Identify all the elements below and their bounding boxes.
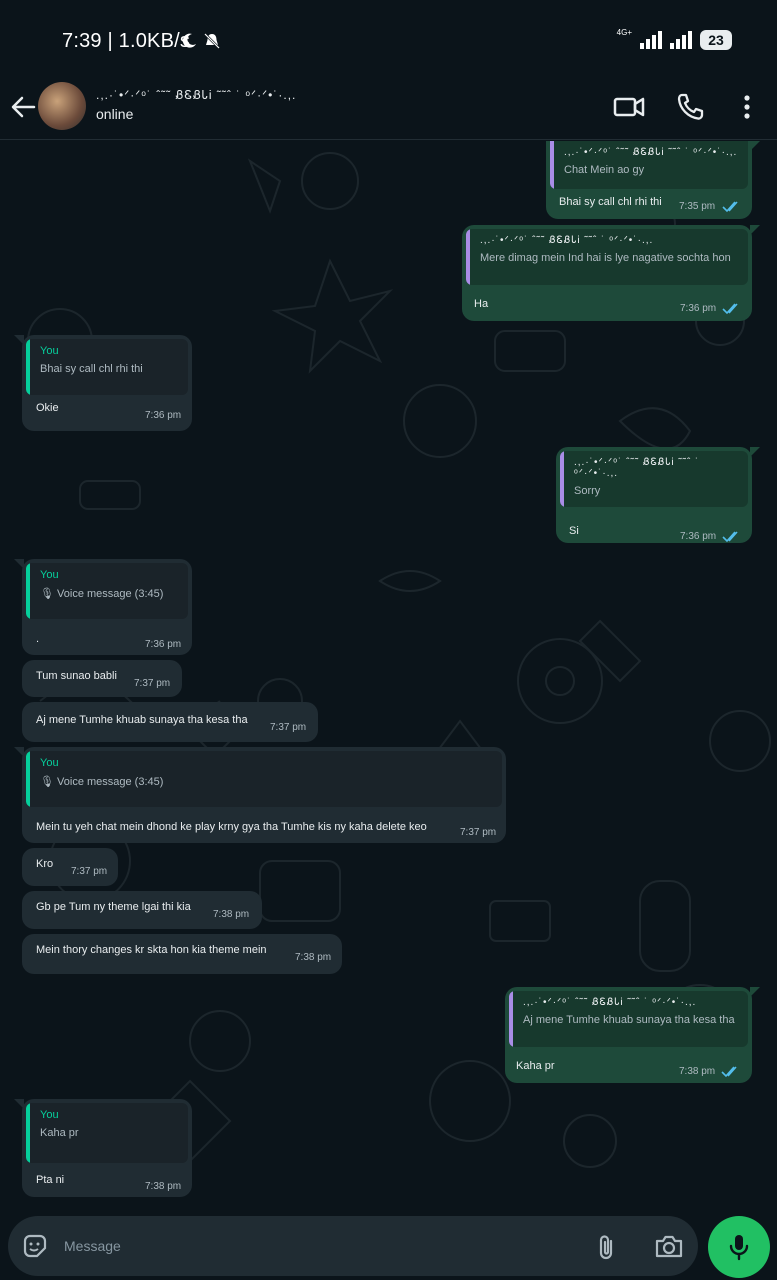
status-bar: 7:39 | 1.0KB/s 4G+ 23 (0, 0, 777, 82)
message-time: 7:37 pm (460, 827, 497, 838)
message-text: Bhai sy call chl rhi thi (559, 196, 662, 208)
message-time: 7:36 pm (145, 410, 182, 421)
mute-bell-icon (204, 33, 220, 49)
message-in[interactable]: You Kaha pr Pta ni 7:38 pm (14, 1099, 192, 1197)
back-arrow-icon[interactable] (8, 92, 38, 122)
sticker-icon[interactable] (22, 1233, 48, 1259)
quoted-reply[interactable]: .,.·˙•ᐟ·ᐟᵒ˙ ˆ˜˜ ᏰᏋᏰᏓᎥ ˜˜ˆ ˙ ᵒᐟ·ᐟ•˙·.,. S… (560, 451, 748, 507)
quote-author: .,.·˙•ᐟ·ᐟᵒ˙ ˆ˜˜ ᏰᏋᏰᏓᎥ ˜˜ˆ ˙ ᵒᐟ·ᐟ•˙·.,. (564, 147, 738, 158)
quoted-reply[interactable]: You 🎙 Voice message (3:45) (26, 751, 502, 807)
message-in[interactable]: Gb pe Tum ny theme lgai thi kia 7:38 pm (22, 891, 262, 929)
contact-status: online (96, 106, 134, 122)
message-time: 7:36 pm (145, 639, 182, 650)
quote-author: .,.·˙•ᐟ·ᐟᵒ˙ ˆ˜˜ ᏰᏋᏰᏓᎥ ˜˜ˆ ˙ ᵒᐟ·ᐟ•˙·.,. (574, 457, 700, 479)
read-receipt-icon (722, 303, 738, 315)
voice-call-icon[interactable] (674, 90, 708, 124)
quote-author: You (40, 1109, 59, 1121)
quote-text: Aj mene Tumhe khuab sunaya tha kesa tha (523, 1014, 735, 1026)
message-time: 7:36 pm (680, 303, 717, 314)
quoted-reply[interactable]: .,.·˙•ᐟ·ᐟᵒ˙ ˆ˜˜ ᏰᏋᏰᏓᎥ ˜˜ˆ ˙ ᵒᐟ·ᐟ•˙·.,. M… (466, 229, 748, 285)
message-text: Mein thory changes kr skta hon kia theme… (36, 944, 267, 956)
status-indicators: 4G+ 23 (616, 27, 732, 50)
message-text: Kro (36, 858, 54, 870)
signal-icon (640, 31, 662, 49)
quote-author: .,.·˙•ᐟ·ᐟᵒ˙ ˆ˜˜ ᏰᏋᏰᏓᎥ ˜˜ˆ ˙ ᵒᐟ·ᐟ•˙·.,. (523, 997, 697, 1008)
message-in[interactable]: You Bhai sy call chl rhi thi Okie 7:36 p… (14, 335, 192, 431)
moon-icon (182, 33, 196, 48)
message-text: Gb pe Tum ny theme lgai thi kia (36, 901, 191, 913)
message-time: 7:37 pm (270, 722, 307, 733)
quote-text: Chat Mein ao gy (564, 164, 645, 176)
message-input[interactable]: Message (8, 1216, 698, 1276)
read-receipt-icon (721, 1066, 737, 1078)
battery-icon: 23 (700, 30, 732, 50)
message-text: Si (569, 525, 579, 537)
message-text: Mein tu yeh chat mein dhond ke play krny… (36, 821, 427, 833)
quote-text: Mere dimag mein Ind hai is lye nagative … (480, 252, 731, 264)
message-text: Kaha pr (516, 1060, 555, 1072)
message-text: Aj mene Tumhe khuab sunaya tha kesa tha (36, 714, 248, 726)
message-time: 7:38 pm (295, 952, 332, 963)
quote-author: You (40, 569, 59, 581)
status-time: 7:39 | 1.0KB/s (62, 30, 191, 52)
message-in[interactable]: You 🎙 Voice message (3:45) Mein tu yeh c… (14, 747, 506, 843)
quoted-reply[interactable]: You Bhai sy call chl rhi thi (26, 339, 188, 395)
message-text: Tum sunao babli (36, 670, 117, 682)
quote-text: 🎙 Voice message (3:45) (40, 588, 164, 600)
read-receipt-icon (722, 201, 738, 213)
contact-name[interactable]: .,.·˙•ᐟ·ᐟᵒ˙ ˆ˜˜ ᏰᏋᏰᏓᎥ ˜˜ˆ ˙ ᵒᐟ·ᐟ•˙·.,. (96, 88, 296, 103)
message-out[interactable]: .,.·˙•ᐟ·ᐟᵒ˙ ˆ˜˜ ᏰᏋᏰᏓᎥ ˜˜ˆ ˙ ᵒᐟ·ᐟ•˙·.,. M… (462, 225, 760, 321)
avatar[interactable] (38, 82, 86, 130)
read-receipt-icon (722, 531, 738, 543)
message-out[interactable]: .,.·˙•ᐟ·ᐟᵒ˙ ˆ˜˜ ᏰᏋᏰᏓᎥ ˜˜ˆ ˙ ᵒᐟ·ᐟ•˙·.,. A… (505, 987, 760, 1083)
message-time: 7:38 pm (679, 1066, 716, 1077)
quote-author: You (40, 757, 59, 769)
video-call-icon[interactable] (612, 90, 646, 124)
chat-area[interactable]: .,.·˙•ᐟ·ᐟᵒ˙ ˆ˜˜ ᏰᏋᏰᏓᎥ ˜˜ˆ ˙ ᵒᐟ·ᐟ•˙·.,. C… (0, 141, 777, 1213)
network-type: 4G+ (616, 27, 632, 37)
quoted-reply[interactable]: .,.·˙•ᐟ·ᐟᵒ˙ ˆ˜˜ ᏰᏋᏰᏓᎥ ˜˜ˆ ˙ ᵒᐟ·ᐟ•˙·.,. C… (550, 141, 748, 189)
camera-icon[interactable] (654, 1233, 684, 1259)
message-in[interactable]: You 🎙 Voice message (3:45) . 7:36 pm (14, 559, 192, 655)
message-text: Ha (474, 298, 489, 310)
quote-author: You (40, 345, 59, 357)
quote-text: Kaha pr (40, 1127, 79, 1139)
quoted-reply[interactable]: You 🎙 Voice message (3:45) (26, 563, 188, 619)
message-time: 7:36 pm (680, 531, 717, 542)
message-text: Okie (36, 402, 59, 414)
attach-icon[interactable] (594, 1233, 620, 1261)
quote-text: Sorry (574, 485, 601, 497)
input-bar: Message (0, 1213, 777, 1280)
message-in[interactable]: Tum sunao babli 7:37 pm (22, 660, 182, 697)
message-time: 7:37 pm (134, 678, 171, 689)
message-in[interactable]: Kro 7:37 pm (22, 848, 118, 886)
more-options-icon[interactable] (730, 90, 764, 124)
message-time: 7:38 pm (145, 1181, 182, 1192)
message-text: Pta ni (36, 1174, 65, 1186)
voice-record-button[interactable] (708, 1216, 770, 1278)
message-text: . (36, 633, 40, 645)
quote-author: .,.·˙•ᐟ·ᐟᵒ˙ ˆ˜˜ ᏰᏋᏰᏓᎥ ˜˜ˆ ˙ ᵒᐟ·ᐟ•˙·.,. (480, 235, 654, 246)
quote-text: 🎙 Voice message (3:45) (40, 776, 164, 788)
message-time: 7:37 pm (71, 866, 108, 877)
mic-icon (729, 1235, 749, 1261)
message-out[interactable]: .,.·˙•ᐟ·ᐟᵒ˙ ˆ˜˜ ᏰᏋᏰᏓᎥ ˜˜ˆ ˙ ᵒᐟ·ᐟ•˙·.,. C… (546, 141, 760, 219)
message-out[interactable]: .,.·˙•ᐟ·ᐟᵒ˙ ˆ˜˜ ᏰᏋᏰᏓᎥ ˜˜ˆ ˙ ᵒᐟ·ᐟ•˙·.,. S… (556, 447, 760, 543)
chat-header: .,.·˙•ᐟ·ᐟᵒ˙ ˆ˜˜ ᏰᏋᏰᏓᎥ ˜˜ˆ ˙ ᵒᐟ·ᐟ•˙·.,. o… (0, 82, 777, 140)
quoted-reply[interactable]: You Kaha pr (26, 1103, 188, 1163)
message-in[interactable]: Mein thory changes kr skta hon kia theme… (22, 934, 342, 974)
message-time: 7:35 pm (679, 201, 716, 212)
message-placeholder: Message (64, 1238, 121, 1254)
quoted-reply[interactable]: .,.·˙•ᐟ·ᐟᵒ˙ ˆ˜˜ ᏰᏋᏰᏓᎥ ˜˜ˆ ˙ ᵒᐟ·ᐟ•˙·.,. A… (509, 991, 748, 1047)
signal-icon-2 (670, 31, 692, 49)
message-time: 7:38 pm (213, 909, 250, 920)
quote-text: Bhai sy call chl rhi thi (40, 363, 143, 375)
message-in[interactable]: Aj mene Tumhe khuab sunaya tha kesa tha … (22, 702, 318, 742)
